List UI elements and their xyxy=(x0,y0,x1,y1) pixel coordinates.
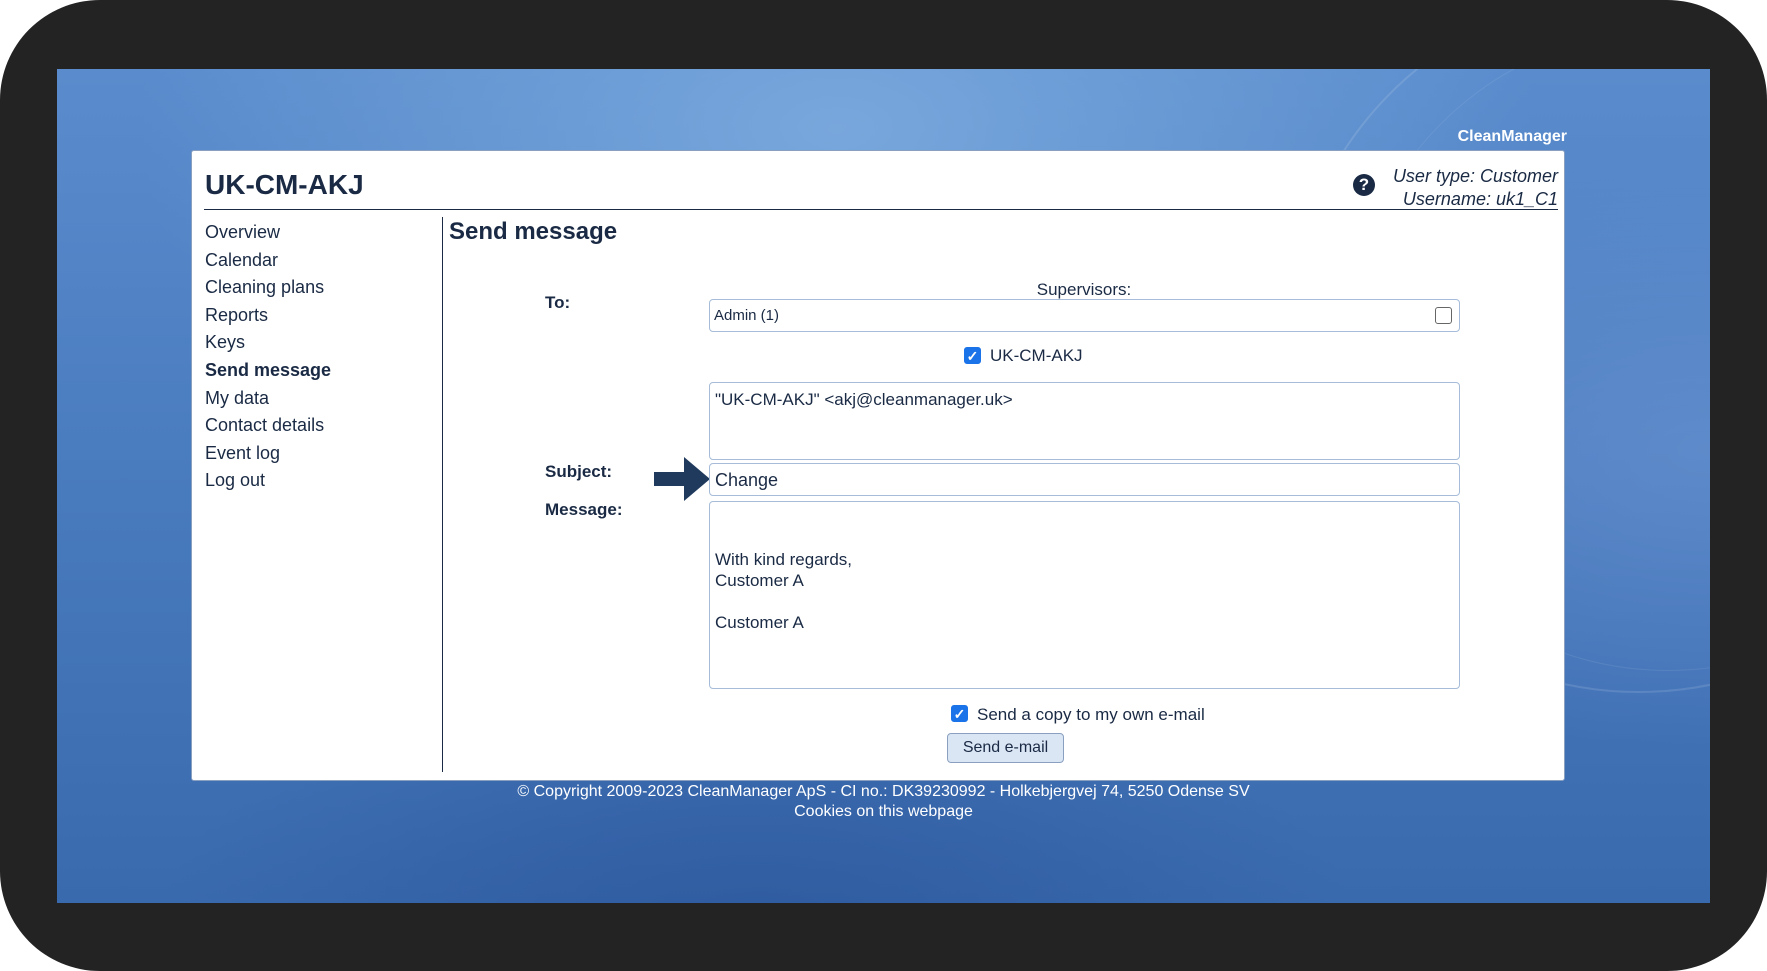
copyright-text: © Copyright 2009-2023 CleanManager ApS -… xyxy=(517,783,1250,800)
subject-input[interactable]: Change xyxy=(709,463,1460,496)
cookies-link[interactable]: Cookies on this webpage xyxy=(57,802,1710,822)
message-label: Message: xyxy=(545,500,623,519)
supervisor-checkbox[interactable] xyxy=(1435,307,1452,324)
brand-name: CleanManager xyxy=(1457,128,1567,145)
nav-item-contact-details[interactable]: Contact details xyxy=(205,412,331,440)
question-circle-icon[interactable]: ? xyxy=(1353,174,1375,196)
nav-item-cleaning-plans[interactable]: Cleaning plans xyxy=(205,274,331,302)
recipient-address-field[interactable]: "UK-CM-AKJ" <akj@cleanmanager.uk> xyxy=(709,382,1460,460)
nav-item-keys[interactable]: Keys xyxy=(205,329,331,357)
nav-item-my-data[interactable]: My data xyxy=(205,385,331,413)
nav-item-log-out[interactable]: Log out xyxy=(205,467,331,495)
nav-item-overview[interactable]: Overview xyxy=(205,219,331,247)
to-label: To: xyxy=(545,293,571,312)
sidebar-divider xyxy=(442,217,443,772)
nav-item-reports[interactable]: Reports xyxy=(205,302,331,330)
subject-label: Subject: xyxy=(545,462,613,481)
copy-label: Send a copy to my own e-mail xyxy=(977,705,1205,724)
header-divider xyxy=(204,209,1558,210)
recipient-label: UK-CM-AKJ xyxy=(990,346,1083,365)
subject-value: Change xyxy=(715,470,779,490)
nav-item-event-log[interactable]: Event log xyxy=(205,440,331,468)
send-email-button[interactable]: Send e-mail xyxy=(947,733,1064,763)
sidebar-nav: Overview Calendar Cleaning plans Reports… xyxy=(205,219,331,495)
supervisor-option-label: Admin (1) xyxy=(714,307,780,324)
main-panel: UK-CM-AKJ ? User type: Customer Username… xyxy=(191,150,1565,781)
copy-checkbox[interactable]: ✓ xyxy=(951,705,968,722)
user-type: User type: Customer xyxy=(1392,166,1558,186)
supervisors-label: Supervisors: xyxy=(1036,280,1132,299)
browser-viewport: CleanManager UK-CM-AKJ ? User type: Cust… xyxy=(57,69,1710,903)
user-info: User type: Customer Username: uk1_C1 xyxy=(1393,165,1558,211)
supervisor-row: Admin (1) xyxy=(709,299,1460,332)
footer: © Copyright 2009-2023 CleanManager ApS -… xyxy=(57,782,1710,822)
message-value: With kind regards, Customer A Customer A xyxy=(715,550,852,632)
pointer-arrow-icon xyxy=(654,457,710,501)
page-title: Send message xyxy=(449,218,618,245)
nav-item-send-message[interactable]: Send message xyxy=(205,357,331,385)
message-textarea[interactable]: With kind regards, Customer A Customer A xyxy=(709,501,1460,689)
username: Username: uk1_C1 xyxy=(1402,189,1558,209)
nav-item-calendar[interactable]: Calendar xyxy=(205,247,331,275)
recipient-checkbox[interactable]: ✓ xyxy=(964,347,981,364)
device-frame: CleanManager UK-CM-AKJ ? User type: Cust… xyxy=(0,0,1767,971)
recipient-address: "UK-CM-AKJ" <akj@cleanmanager.uk> xyxy=(715,390,1013,409)
site-title: UK-CM-AKJ xyxy=(205,169,364,200)
